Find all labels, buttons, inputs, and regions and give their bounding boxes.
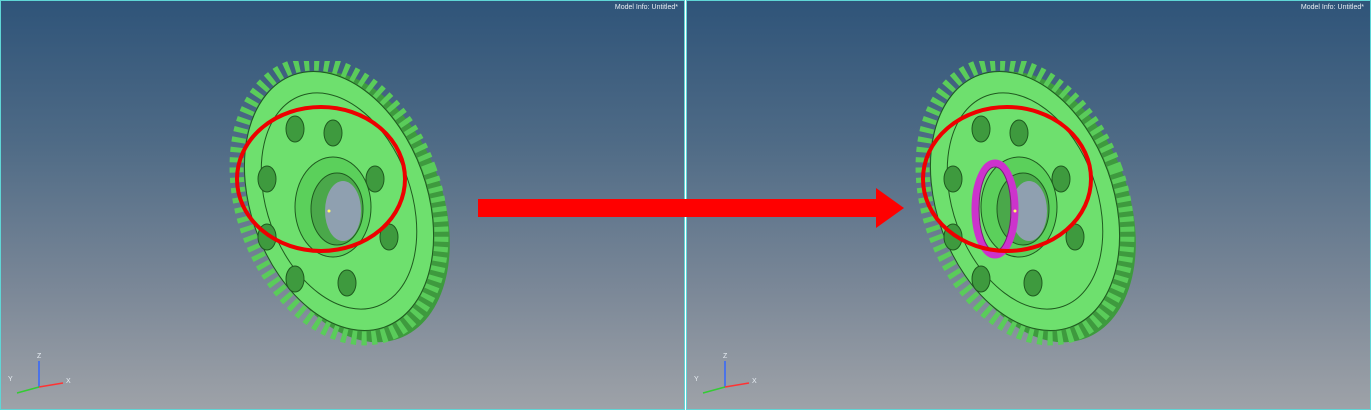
axis-y-label: Y [8, 376, 13, 383]
model-info-value: Untitled* [651, 4, 678, 11]
gear-model[interactable] [223, 61, 463, 361]
axis-z-label: Z [37, 353, 42, 360]
model-info-value: Untitled* [1337, 4, 1364, 11]
model-info: Model Info: Untitled* [1301, 4, 1366, 11]
axis-triad-icon: Z Y X [694, 353, 757, 394]
axis-z-label: Z [723, 353, 728, 360]
axis-y-label: Y [694, 376, 699, 383]
transition-arrow-icon [478, 188, 904, 228]
axis-triad-icon: Z Y X [8, 353, 71, 394]
gear-model[interactable] [909, 61, 1149, 361]
axis-x-label: X [752, 378, 757, 385]
model-info-label: Model Info: [1300, 4, 1336, 11]
model-info: Model Info: Untitled* [615, 4, 680, 11]
model-info-label: Model Info: [614, 4, 650, 11]
axis-x-label: X [66, 378, 71, 385]
